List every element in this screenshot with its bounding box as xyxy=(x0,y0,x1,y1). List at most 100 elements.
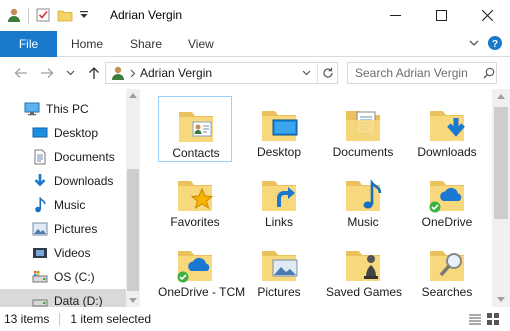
pictures-folder-icon xyxy=(262,251,298,281)
videos-icon xyxy=(32,245,48,261)
folder-favorites[interactable]: Favorites xyxy=(158,166,232,232)
minimize-button[interactable] xyxy=(372,0,418,31)
sidebar-item-label: Desktop xyxy=(54,126,99,140)
sidebar-item-desktop[interactable]: Desktop xyxy=(0,121,126,145)
item-count: 13 items xyxy=(4,312,50,326)
pictures-icon xyxy=(32,221,48,237)
refresh-button[interactable] xyxy=(317,63,337,83)
item-label: Documents xyxy=(332,145,394,159)
refresh-icon xyxy=(322,67,333,78)
breadcrumb[interactable]: Adrian Vergin xyxy=(140,66,212,80)
title-bar: Adrian Vergin xyxy=(0,0,510,31)
links-folder-icon xyxy=(262,181,296,211)
folder-documents[interactable]: Documents xyxy=(326,96,400,162)
folder-saved-games[interactable]: Saved Games xyxy=(326,236,403,302)
sidebar-item-downloads[interactable]: Downloads xyxy=(0,169,126,193)
customize-qat-dropdown-icon[interactable] xyxy=(79,9,89,24)
address-bar[interactable]: Adrian Vergin xyxy=(105,62,338,84)
up-button[interactable] xyxy=(86,65,102,81)
breadcrumb-chevron-icon[interactable] xyxy=(130,69,136,78)
folder-searches[interactable]: Searches xyxy=(410,236,484,302)
folder-downloads[interactable]: Downloads xyxy=(410,96,484,162)
properties-check-icon[interactable] xyxy=(35,7,51,26)
folder-desktop[interactable]: Desktop xyxy=(242,96,316,162)
music-folder-icon xyxy=(346,179,382,211)
svg-text:?: ? xyxy=(492,39,498,50)
search-input[interactable] xyxy=(355,64,483,82)
tab-share[interactable]: Share xyxy=(130,31,162,57)
item-label: Favorites xyxy=(170,215,220,229)
computer-icon xyxy=(24,101,40,117)
tab-home[interactable]: Home xyxy=(71,31,103,57)
sidebar-item-documents[interactable]: Documents xyxy=(0,145,126,169)
large-icons-view-icon[interactable] xyxy=(486,312,500,329)
forward-arrow-icon xyxy=(41,68,54,78)
folder-onedrive[interactable]: OneDrive xyxy=(410,166,484,232)
scroll-up-icon[interactable] xyxy=(497,94,505,99)
folder-links[interactable]: Links xyxy=(242,166,316,232)
navigation-bar: Adrian Vergin xyxy=(0,57,510,89)
back-button[interactable] xyxy=(13,65,29,81)
new-folder-icon[interactable] xyxy=(57,7,73,26)
music-icon xyxy=(32,197,48,213)
qat-separator xyxy=(28,8,29,24)
os-drive-icon xyxy=(32,269,48,285)
sidebar-item-pictures[interactable]: Pictures xyxy=(0,217,126,241)
search-icon[interactable] xyxy=(483,67,495,79)
close-icon xyxy=(481,10,493,21)
recent-locations-chevron-icon xyxy=(66,70,74,76)
folder-pictures[interactable]: Pictures xyxy=(242,236,316,302)
onedrive-folder-icon xyxy=(429,181,464,213)
help-icon[interactable]: ? xyxy=(488,36,502,53)
item-label: Searches xyxy=(421,285,473,299)
sidebar-item-label: Documents xyxy=(54,150,115,164)
sidebar-item-label: Music xyxy=(54,198,86,212)
scroll-down-icon[interactable] xyxy=(129,298,137,303)
documents-folder-icon xyxy=(346,111,380,141)
navigation-pane: This PC Desktop Documents Downloads Musi… xyxy=(0,89,140,307)
folder-music[interactable]: Music xyxy=(326,166,400,232)
recent-locations-button[interactable] xyxy=(64,65,76,81)
ribbon: File Home Share View ? xyxy=(0,31,510,57)
tab-file[interactable]: File xyxy=(0,31,57,57)
item-label: Downloads xyxy=(417,145,477,159)
sidebar-item-videos[interactable]: Videos xyxy=(0,241,126,265)
scroll-down-icon[interactable] xyxy=(497,297,505,302)
window-title: Adrian Vergin xyxy=(110,8,183,22)
quick-access-toolbar xyxy=(6,7,89,25)
selection-status: 1 item selected xyxy=(70,312,152,326)
scroll-up-icon[interactable] xyxy=(129,93,137,98)
folder-onedrive-tcm[interactable]: OneDrive - TCM xyxy=(158,236,245,302)
sidebar-scrollbar[interactable] xyxy=(126,89,140,307)
item-label: Music xyxy=(347,215,379,229)
search-box[interactable] xyxy=(347,62,497,84)
maximize-icon xyxy=(435,10,447,21)
item-label: Contacts xyxy=(172,146,220,160)
close-button[interactable] xyxy=(464,0,510,31)
item-label: Desktop xyxy=(256,145,302,159)
up-arrow-icon xyxy=(89,67,99,79)
sidebar-scroll-thumb[interactable] xyxy=(127,169,139,291)
sidebar-item-label: OS (C:) xyxy=(54,270,95,284)
desktop-folder-icon xyxy=(262,111,298,141)
sidebar-item-label: Downloads xyxy=(54,174,114,188)
details-view-icon[interactable] xyxy=(468,312,482,329)
onedrive-tcm-folder-icon xyxy=(177,251,212,283)
forward-button[interactable] xyxy=(39,65,55,81)
sidebar-item-music[interactable]: Music xyxy=(0,193,126,217)
content-scroll-thumb[interactable] xyxy=(494,107,508,219)
expand-ribbon-icon[interactable] xyxy=(468,37,480,52)
maximize-button[interactable] xyxy=(418,0,464,31)
user-folder-icon xyxy=(110,65,126,81)
sidebar-item-label: Data (D:) xyxy=(54,294,103,307)
sidebar-item-data-d[interactable]: Data (D:) xyxy=(0,289,126,307)
content-scrollbar[interactable] xyxy=(492,89,510,307)
address-dropdown-icon[interactable] xyxy=(302,70,311,76)
user-folder-icon[interactable] xyxy=(6,7,22,26)
saved-games-folder-icon xyxy=(346,251,380,281)
sidebar-item-this-pc[interactable]: This PC xyxy=(0,97,126,121)
folder-contacts[interactable]: Contacts xyxy=(158,96,232,162)
item-label: Saved Games xyxy=(326,285,403,299)
tab-view[interactable]: View xyxy=(188,31,214,57)
sidebar-item-os-c[interactable]: OS (C:) xyxy=(0,265,126,289)
